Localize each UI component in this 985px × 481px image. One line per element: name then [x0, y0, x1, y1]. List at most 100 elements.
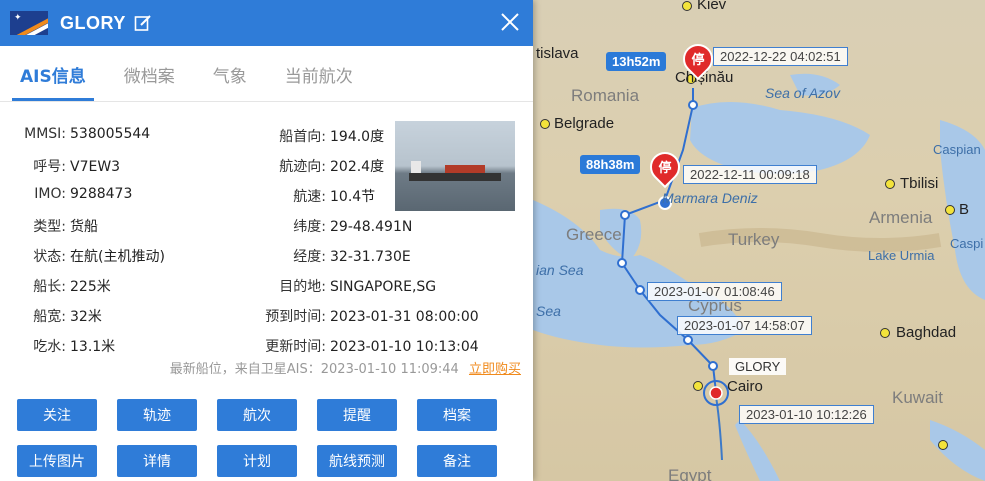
tab-weather[interactable]: 气象 [205, 62, 255, 101]
info-field-value: 538005544 [70, 126, 151, 142]
action-button[interactable]: 上传图片 [17, 445, 97, 477]
edit-icon[interactable] [134, 14, 152, 32]
ship-info-panel: ✦ GLORY AIS信息 微档案 气象 当前航次 MMSI: 538005544… [0, 0, 533, 481]
flag-icon: ✦ [10, 11, 48, 35]
stop-duration-tag[interactable]: 13h52m [606, 52, 667, 71]
info-field: 航迹向: 202.4度 [250, 156, 384, 176]
ais-info-fields: MMSI: 538005544 呼号: V7EW3 IMO: 9288473 类型: 货船 状态… [0, 102, 533, 357]
info-field-value: 13.1米 [70, 339, 116, 355]
ship-photo[interactable] [395, 121, 515, 211]
city-dot-tbilisi [885, 179, 895, 189]
info-field-value: 225米 [70, 279, 111, 295]
info-field-value: 2023-01-10 10:13:04 [330, 339, 479, 355]
info-field: 纬度: 29-48.491N [250, 216, 412, 236]
map-label-kuwait: Kuwait [892, 388, 944, 407]
info-field-value: 32米 [70, 309, 102, 325]
buy-now-link[interactable]: 立即购买 [469, 362, 521, 377]
stop-pin-marmara[interactable]: 停 [643, 145, 687, 192]
action-button[interactable]: 航线预测 [317, 445, 397, 477]
info-field-value: 在航(主机推动) [70, 249, 165, 265]
panel-tabs: AIS信息 微档案 气象 当前航次 [0, 46, 533, 102]
action-button[interactable]: 轨迹 [117, 399, 197, 431]
position-source: 最新船位，来自卫星AIS：2023-01-10 11:09:44 立即购买 [0, 358, 533, 377]
action-button[interactable]: 提醒 [317, 399, 397, 431]
info-field-key: 类型: [33, 219, 66, 235]
info-field-value: 32-31.730E [330, 249, 411, 265]
map-label-ionian-sea: ian Sea [536, 262, 584, 278]
track-time-tag[interactable]: 2022-12-22 04:02:51 [713, 47, 848, 66]
info-field-key: 船宽: [33, 309, 66, 325]
tab-current-voyage[interactable]: 当前航次 [277, 62, 361, 101]
info-field-value: 194.0度 [330, 129, 385, 145]
tab-micro-archive[interactable]: 微档案 [116, 62, 183, 101]
info-field-value: 10.4节 [330, 189, 376, 205]
track-time-tag[interactable]: 2023-01-07 14:58:07 [677, 316, 812, 335]
info-field-value: V7EW3 [70, 159, 121, 175]
info-field-key: 纬度: [293, 219, 326, 235]
info-field-value: 202.4度 [330, 159, 385, 175]
action-button[interactable]: 详情 [117, 445, 197, 477]
map-label-sea-of-azov: Sea of Azov [765, 85, 840, 101]
map-label-sea: Sea [536, 303, 561, 319]
info-field-key: 更新时间: [265, 339, 326, 355]
info-field: 船长: 225米 [12, 276, 111, 296]
action-button[interactable]: 档案 [417, 399, 497, 431]
map-label-turkey: Turkey [728, 230, 780, 249]
info-field-value: 9288473 [70, 186, 133, 202]
info-field-key: IMO: [34, 186, 66, 202]
city-dot-cairo [693, 381, 703, 391]
map-label-baghdad: Baghdad [896, 324, 957, 341]
action-button[interactable]: 航次 [217, 399, 297, 431]
info-field-key: 吃水: [33, 339, 66, 355]
tab-ais-info[interactable]: AIS信息 [12, 62, 94, 101]
info-field: 经度: 32-31.730E [250, 246, 411, 266]
track-time-tag[interactable]: 2023-01-07 01:08:46 [647, 282, 782, 301]
map-label-armenia: Armenia [869, 208, 933, 227]
map-label-baku: B [959, 201, 970, 218]
info-field-key: 航迹向: [279, 159, 326, 175]
info-field-value: SINGAPORE,SG [330, 279, 437, 295]
info-field: 类型: 货船 [12, 216, 98, 236]
city-dot-baghdad [880, 328, 890, 338]
map-label-greece: Greece [566, 225, 622, 244]
info-field-key: MMSI: [24, 126, 66, 142]
info-field: 呼号: V7EW3 [12, 156, 120, 176]
info-field: 航速: 10.4节 [250, 186, 375, 206]
ship-name: GLORY [60, 12, 126, 33]
city-dot-belgrade [540, 119, 550, 129]
info-field-value: 2023-01-31 08:00:00 [330, 309, 479, 325]
info-field-key: 状态: [33, 249, 66, 265]
map-label-caspi: Caspi [950, 236, 984, 251]
info-field-key: 呼号: [33, 159, 66, 175]
track-time-tag[interactable]: 2023-01-10 10:12:26 [739, 405, 874, 424]
info-field: 状态: 在航(主机推动) [12, 246, 165, 266]
stop-pin-chisinau[interactable]: 停 [676, 37, 720, 84]
info-field: IMO: 9288473 [12, 186, 132, 202]
info-field: 吃水: 13.1米 [12, 336, 115, 356]
info-field: 船宽: 32米 [12, 306, 102, 326]
map-label-egypt: Egypt [668, 466, 712, 481]
info-field-value: 货船 [70, 219, 98, 235]
map-label-bratislava: tislava [536, 45, 579, 62]
info-field-key: 目的地: [279, 279, 326, 295]
map-label-lake-urmia: Lake Urmia [868, 248, 935, 263]
track-time-tag[interactable]: 2022-12-11 00:09:18 [683, 165, 817, 184]
info-field-key: 预到时间: [265, 309, 326, 325]
close-icon[interactable] [497, 9, 523, 35]
action-button[interactable]: 关注 [17, 399, 97, 431]
action-button[interactable]: 备注 [417, 445, 497, 477]
stop-duration-tag[interactable]: 88h38m [580, 155, 641, 174]
map-label-kiev: Kiev [697, 0, 727, 13]
action-button[interactable]: 计划 [217, 445, 297, 477]
map-label-tbilisi: Tbilisi [900, 175, 939, 192]
map-label-marmara: Marmara Deniz [662, 190, 758, 206]
ship-marker-label[interactable]: GLORY [729, 358, 787, 375]
info-field-key: 船长: [33, 279, 66, 295]
info-field: 预到时间: 2023-01-31 08:00:00 [250, 306, 479, 326]
info-field-key: 船首向: [279, 129, 326, 145]
position-source-text: 最新船位，来自卫星AIS：2023-01-10 11:09:44 [169, 362, 459, 377]
info-field: 更新时间: 2023-01-10 10:13:04 [250, 336, 479, 356]
info-field: MMSI: 538005544 [12, 126, 150, 142]
panel-header: ✦ GLORY [0, 0, 533, 46]
info-field: 目的地: SINGAPORE,SG [250, 276, 436, 296]
